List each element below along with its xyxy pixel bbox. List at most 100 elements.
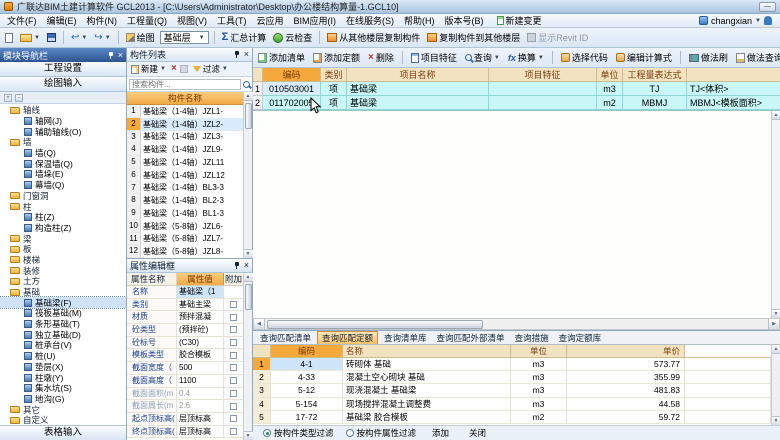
attach-checkbox[interactable] bbox=[230, 364, 237, 371]
copy-from-floor-button[interactable]: 从其他楼层复制构件 bbox=[325, 30, 422, 45]
query-tab[interactable]: 查询措施 bbox=[511, 332, 553, 344]
project-feature-button[interactable]: 项目特征 bbox=[409, 50, 459, 65]
copy-to-floor-button[interactable]: 复制构件到其他楼层 bbox=[425, 30, 522, 45]
user-menu[interactable]: changxian ▼ bbox=[699, 16, 778, 26]
name-cell[interactable]: 基础梁 bbox=[347, 82, 489, 96]
copy-component-icon[interactable] bbox=[180, 65, 188, 73]
property-value[interactable]: 层顶标高 bbox=[177, 426, 224, 438]
attach-checkbox[interactable] bbox=[230, 339, 237, 346]
砖砌体 基础[interactable]: 1 4-1 砖砌体 基础 m3 573.77 bbox=[253, 358, 771, 371]
scroll-down-icon[interactable]: ▼ bbox=[244, 431, 253, 440]
cloud-check-button[interactable]: 云检查 bbox=[271, 30, 314, 45]
horizontal-scrollbar[interactable]: ◀ ▶ bbox=[253, 318, 780, 330]
code-cell[interactable]: 010503001 bbox=[263, 82, 321, 96]
attach-checkbox[interactable] bbox=[230, 326, 237, 333]
quota-price[interactable]: 355.99 bbox=[567, 371, 685, 384]
query-tab[interactable]: 查询定额库 bbox=[555, 332, 606, 344]
scroll-up-icon[interactable]: ▲ bbox=[772, 111, 780, 120]
worksheet-scrollbar[interactable]: ▲ ▼ bbox=[771, 111, 780, 318]
tree-item[interactable]: 土方 bbox=[0, 276, 126, 287]
property-value[interactable]: 预拌混凝 bbox=[177, 311, 224, 323]
new-change-button[interactable]: 新建变更 bbox=[497, 14, 542, 27]
起点顶标高([interactable]: 起点顶标高( 层顶标高 bbox=[127, 413, 243, 426]
基础梁 胶合模板[interactable]: 5 17-72 基础梁 胶合模板 m2 59.72 bbox=[253, 411, 771, 424]
quota-code[interactable]: 4-33 bbox=[271, 371, 343, 384]
quota-price[interactable]: 573.77 bbox=[567, 358, 685, 371]
pin-icon[interactable] bbox=[233, 50, 241, 59]
component-search-input[interactable] bbox=[129, 79, 241, 90]
attach-checkbox[interactable] bbox=[230, 377, 237, 384]
quota-name[interactable]: 现浇混凝土 基础梁 bbox=[343, 384, 511, 397]
component-row[interactable]: 9 基础梁（1-4轴）BL1-3 bbox=[127, 207, 243, 220]
pin-icon[interactable] bbox=[107, 51, 115, 60]
混凝土空心砌块 基础[interactable]: 2 4-33 混凝土空心砌块 基础 m3 355.99 bbox=[253, 371, 771, 384]
menu-item[interactable]: 工程量(Q) bbox=[122, 14, 172, 27]
quota-unit[interactable]: m3 bbox=[511, 384, 567, 397]
close-icon[interactable]: × bbox=[244, 50, 249, 59]
unit-cell[interactable]: m2 bbox=[597, 96, 623, 110]
property-value[interactable]: 胶合模板 bbox=[177, 349, 224, 361]
feature-cell[interactable] bbox=[489, 96, 597, 110]
scrollbar-thumb[interactable] bbox=[245, 284, 252, 310]
attach-checkbox[interactable] bbox=[230, 415, 237, 422]
tree-item[interactable]: 装修 bbox=[0, 265, 126, 276]
query-tab[interactable]: 查询清单库 bbox=[380, 332, 431, 344]
edit-formula-button[interactable]: 编辑计算式 bbox=[614, 50, 674, 65]
component-row[interactable]: 11 基础梁（5-8轴）JZL7- bbox=[127, 233, 243, 246]
component-row[interactable]: 5 基础梁（1-4轴）JZL11 bbox=[127, 156, 243, 169]
scroll-left-icon[interactable]: ◀ bbox=[254, 319, 265, 329]
截面高度（[interactable]: 截面高度（ 1100 bbox=[127, 375, 243, 388]
add-button[interactable]: 添加 bbox=[428, 427, 453, 439]
menu-item[interactable]: 文件(F) bbox=[2, 14, 42, 27]
component-row[interactable]: 6 基础梁（1-4轴）JZL12 bbox=[127, 169, 243, 182]
description-cell[interactable]: TJ<体积> bbox=[687, 82, 780, 96]
tree-item[interactable]: 桩(U) bbox=[0, 351, 126, 362]
add-list-item-button[interactable]: 添加清单 bbox=[256, 50, 307, 65]
save-button[interactable] bbox=[45, 32, 58, 43]
tree-item[interactable]: 柱墩(Y) bbox=[0, 372, 126, 383]
worksheet-canvas[interactable] bbox=[253, 111, 771, 318]
quota-unit[interactable]: m2 bbox=[511, 411, 567, 424]
expand-all-icon[interactable]: + bbox=[4, 94, 12, 102]
menu-item[interactable]: 工具(T) bbox=[212, 14, 252, 27]
scrollbar-thumb[interactable] bbox=[267, 320, 483, 329]
table-input-button[interactable]: 表格输入 bbox=[0, 425, 126, 440]
add-quota-button[interactable]: 添加定额 bbox=[311, 50, 362, 65]
method-brush-button[interactable]: 做法刷 bbox=[687, 50, 730, 65]
tree-item[interactable]: 垫层(X) bbox=[0, 362, 126, 373]
property-value[interactable]: 0.4 bbox=[177, 388, 224, 400]
tree-item[interactable]: 柱(Z) bbox=[0, 212, 126, 223]
基础梁[interactable]: 1 010503001 项 基础梁 m3 TJ TJ<体积> bbox=[253, 82, 780, 96]
类别[interactable]: 类别 基础主梁 bbox=[127, 299, 243, 312]
filter-button[interactable]: 过滤▼ bbox=[191, 62, 230, 76]
attach-checkbox[interactable] bbox=[230, 428, 237, 435]
quota-name[interactable]: 混凝土空心砌块 基础 bbox=[343, 371, 511, 384]
名称[interactable]: 名称 基础梁（1 bbox=[127, 286, 243, 299]
filter-by-attribute-radio[interactable]: 按构件属性过滤 bbox=[346, 427, 417, 439]
component-row[interactable]: 8 基础梁（1-4轴）BL2-3 bbox=[127, 194, 243, 207]
quota-price[interactable]: 59.72 bbox=[567, 411, 685, 424]
draw-input-button[interactable]: 绘图输入 bbox=[0, 77, 126, 92]
scroll-down-icon[interactable]: ▼ bbox=[244, 249, 253, 258]
quota-price[interactable]: 481.83 bbox=[567, 384, 685, 397]
tree-item[interactable]: 构造柱(Z) bbox=[0, 223, 126, 234]
tree-item[interactable]: 保温墙(Q) bbox=[0, 158, 126, 169]
menu-item[interactable]: 编辑(E) bbox=[42, 14, 82, 27]
query-button[interactable]: 查询▼ bbox=[463, 50, 502, 65]
tree-item[interactable]: 门窗洞 bbox=[0, 191, 126, 202]
new-file-button[interactable] bbox=[3, 32, 15, 44]
attach-checkbox[interactable] bbox=[230, 352, 237, 359]
undo-button[interactable]: ↩▼ bbox=[69, 32, 89, 44]
property-value[interactable]: 基础梁（1 bbox=[177, 286, 224, 298]
tree-item[interactable]: 集水坑(S) bbox=[0, 383, 126, 394]
close-icon[interactable]: × bbox=[118, 51, 123, 60]
截面宽度（[interactable]: 截面宽度（ 500 bbox=[127, 362, 243, 375]
attach-checkbox[interactable] bbox=[230, 314, 237, 321]
property-value[interactable]: (C30) bbox=[177, 337, 224, 349]
tree-item[interactable]: 独立基础(D) bbox=[0, 329, 126, 340]
feature-cell[interactable] bbox=[489, 82, 597, 96]
minimize-button[interactable]: — bbox=[759, 2, 776, 12]
component-list-scrollbar[interactable]: ▲ ▼ bbox=[243, 92, 252, 258]
tree-item[interactable]: 梁 bbox=[0, 233, 126, 244]
expression-cell[interactable]: MBMJ bbox=[623, 96, 687, 110]
